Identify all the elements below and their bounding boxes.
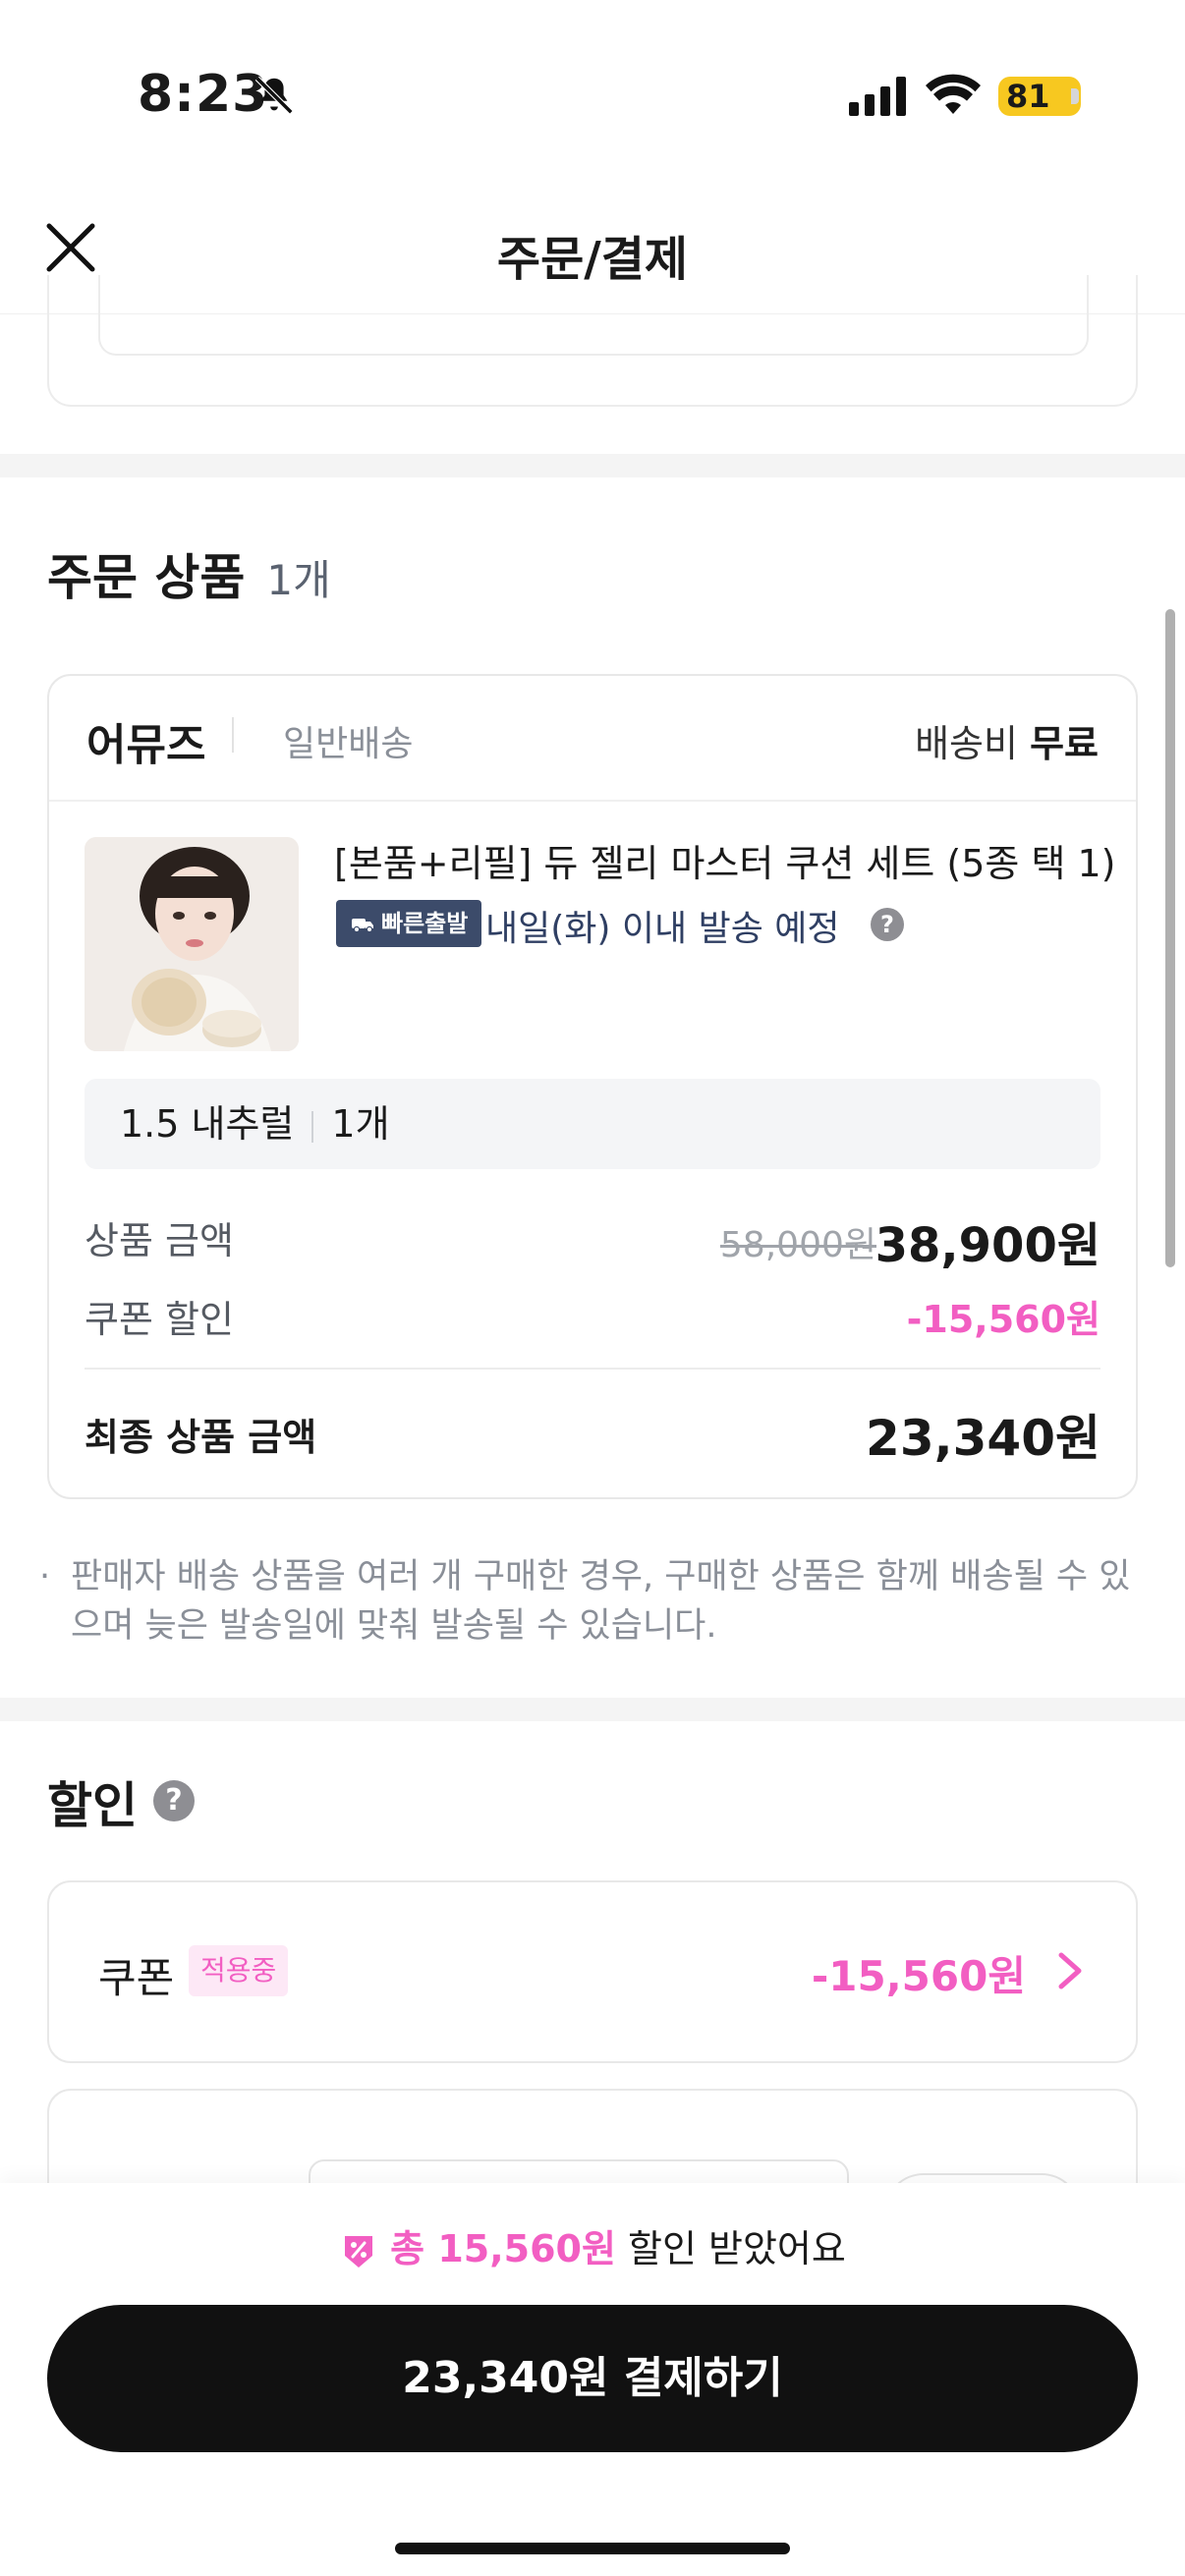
final-price-label: 최종 상품 금액	[85, 1416, 317, 1459]
total-discount-message: 총 15,560원 할인 받았어요	[0, 2218, 1185, 2272]
product-image	[85, 837, 299, 1051]
scrollbar[interactable]	[1165, 609, 1175, 1267]
truck-icon	[352, 919, 373, 933]
home-indicator	[395, 2543, 790, 2554]
section-gap	[0, 454, 1185, 477]
sale-price: 38,900원	[875, 1218, 1100, 1273]
discount-help-icon[interactable]: ?	[153, 1780, 195, 1821]
order-title: 주문 상품	[47, 549, 246, 606]
shipping-type: 일반배송	[283, 724, 414, 764]
chevron-right-icon[interactable]	[1053, 1947, 1087, 1994]
seller-divider	[232, 717, 234, 753]
shipping-fee-label: 배송비	[915, 722, 1018, 765]
coupon-card[interactable]: 쿠폰 적용중 -15,560원	[47, 1880, 1138, 2063]
signal-icon	[849, 77, 906, 116]
price-divider	[85, 1368, 1100, 1370]
address-inner-box	[98, 275, 1089, 356]
battery-cap	[1071, 88, 1079, 104]
order-count: 1개	[266, 556, 331, 604]
address-card	[47, 275, 1138, 407]
coupon-discount-label: 쿠폰 할인	[85, 1298, 234, 1341]
shipping-fee: 배송비 무료	[915, 713, 1099, 767]
product-name[interactable]: [본품+리필] 듀 젤리 마스터 쿠션 세트 (5종 택 1)	[334, 833, 1116, 887]
eta-help-icon[interactable]: ?	[871, 908, 904, 941]
discount-title: 할인	[47, 1777, 138, 1834]
section-gap	[0, 1698, 1185, 1721]
product-thumbnail[interactable]	[85, 837, 299, 1051]
seller-name[interactable]: 어뮤즈	[86, 709, 205, 772]
wifi-icon	[926, 74, 981, 114]
status-time: 8:23	[138, 65, 269, 124]
option-qty: 1개	[331, 1102, 390, 1146]
fast-ship-label: 빠른출발	[381, 910, 469, 937]
shipping-notice: · 판매자 배송 상품을 여러 개 구매한 경우, 구매한 상품은 함께 배송될…	[39, 1552, 1140, 1651]
pay-button[interactable]: 23,340원 결제하기	[47, 2305, 1138, 2452]
discount-tag-icon	[345, 2235, 373, 2268]
coupon-amount: -15,560원	[811, 1952, 1026, 2000]
status-bar: 8:23 81	[0, 0, 1185, 187]
final-price-value: 23,340원	[866, 1410, 1100, 1467]
shipping-fee-value: 무료	[1030, 722, 1099, 765]
coupon-discount-value: -15,560원	[906, 1298, 1100, 1341]
notice-text: 판매자 배송 상품을 여러 개 구매한 경우, 구매한 상품은 함께 배송될 수…	[71, 1557, 1131, 1646]
total-discount-amount: 총 15,560원	[390, 2227, 616, 2270]
total-discount-suffix: 할인 받았어요	[628, 2227, 846, 2270]
bell-off-icon	[254, 76, 294, 115]
price-label: 상품 금액	[85, 1219, 234, 1262]
original-price: 58,000원	[719, 1225, 876, 1265]
eta-text: 내일(화) 이내 발송 예정	[485, 909, 840, 949]
option-name: 1.5 내추럴	[120, 1102, 295, 1146]
coupon-label: 쿠폰	[98, 1954, 175, 2002]
order-section-title: 주문 상품 1개	[47, 538, 331, 609]
product-card: 어뮤즈 일반배송 배송비 무료 [본품+리필] 듀 젤리 마스터 쿠션 세트 (…	[47, 674, 1138, 1499]
bottom-bar: 총 15,560원 할인 받았어요 23,340원 결제하기	[0, 2183, 1185, 2576]
battery-indicator: 81	[998, 77, 1081, 116]
seller-row: 어뮤즈 일반배송 배송비 무료	[49, 676, 1136, 802]
fast-ship-badge: 빠른출발	[336, 900, 482, 947]
notice-bullet: ·	[39, 1557, 51, 1596]
applied-badge: 적용중	[189, 1945, 289, 1996]
option-box: 1.5 내추럴 1개	[85, 1079, 1100, 1169]
option-separator	[311, 1110, 314, 1143]
